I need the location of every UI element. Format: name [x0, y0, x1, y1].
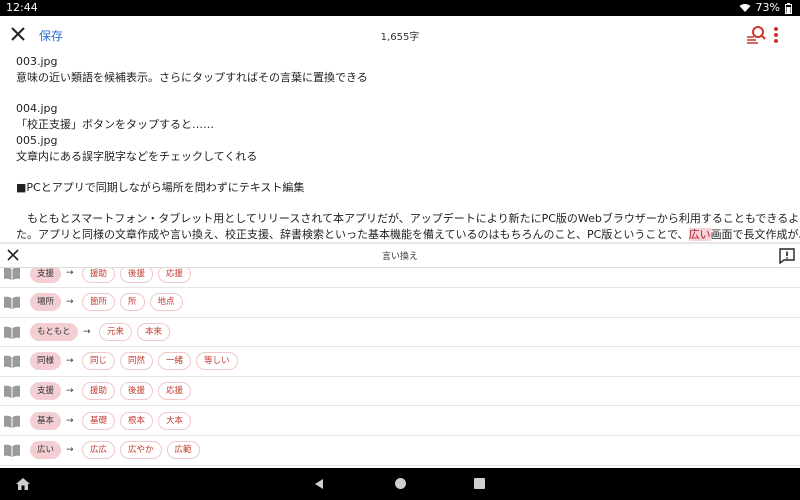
char-count: 1,655字: [380, 32, 420, 43]
dictionary-icon[interactable]: [3, 325, 21, 339]
editor-line: 005.jpg: [16, 134, 58, 147]
rephrase-row: 支援 → 援助 後援 応援: [0, 268, 800, 288]
paragraph-text: た。アプリと同様の文章作成や言い換え、校正支援、辞書検索といった基本機能を備えて…: [16, 228, 689, 241]
rephrase-list: 支援 → 援助 後援 応援 場所 → 箇所所地点 もともと → 元来 本来 同様 → 同じ 同然 一緒 等しい 支援…: [0, 268, 800, 468]
candidate-list: 箇所所地点: [82, 293, 183, 312]
rephrase-row: 支援 → 援助 後援 応援: [0, 377, 800, 407]
battery-icon: [785, 2, 792, 14]
candidate-list: 援助 後援 応援: [82, 382, 192, 401]
status-bar: 12:44 73%: [0, 0, 800, 16]
paragraph-text: 画面で長文作成がより楽にこ: [710, 228, 800, 241]
source-word-chip: 場所: [30, 293, 62, 312]
editor-line: 「校正支援」ボタンをタップすると……: [16, 118, 214, 131]
rephrase-row: 基本 → 基礎 根本 大本: [0, 406, 800, 436]
candidate-chip[interactable]: 所: [120, 293, 145, 312]
editor-line: 004.jpg: [16, 102, 58, 115]
arrow-icon: →: [66, 268, 74, 278]
feedback-icon[interactable]: [778, 247, 796, 265]
candidate-chip[interactable]: 広範: [166, 441, 200, 460]
highlighted-word[interactable]: 広い: [688, 228, 711, 241]
arrow-icon: →: [66, 386, 74, 397]
candidate-chip[interactable]: 援助: [82, 268, 116, 283]
candidate-chip[interactable]: 応援: [158, 382, 192, 401]
editor-line: ■PCとアプリで同期しながら場所を問わずにテキスト編集: [16, 181, 305, 194]
rephrase-row: 場所 → 箇所所地点: [0, 288, 800, 318]
source-word-chip: 同様: [30, 352, 62, 371]
candidate-chip[interactable]: 一緒: [158, 352, 192, 371]
editor-paragraph-line: た。アプリと同様の文章作成や言い換え、校正支援、辞書検索といった基本機能を備えて…: [16, 227, 800, 242]
editor-paragraph-line: もともとスマートフォン・タブレット用としてリリースされて本アプリだが、アップデー…: [16, 212, 800, 225]
candidate-chip[interactable]: 同じ: [82, 352, 116, 371]
home-icon[interactable]: [395, 478, 406, 489]
candidate-chip[interactable]: 大本: [158, 411, 192, 430]
recents-icon[interactable]: [474, 478, 485, 489]
home-app-icon[interactable]: [15, 477, 31, 491]
candidate-chip[interactable]: 箇所: [82, 293, 116, 312]
candidate-chip[interactable]: 地点: [149, 293, 183, 312]
candidate-chip[interactable]: 等しい: [196, 352, 238, 371]
back-icon[interactable]: [313, 478, 325, 490]
source-word-chip: 支援: [30, 268, 62, 283]
status-time: 12:44: [6, 1, 38, 14]
candidate-chip[interactable]: 同然: [120, 352, 154, 371]
more-vert-icon[interactable]: [770, 24, 782, 46]
wifi-icon: [739, 4, 751, 12]
editor-line: 003.jpg: [16, 55, 58, 68]
panel-title: 言い換え: [381, 252, 418, 262]
source-word-chip: 広い: [30, 441, 62, 460]
dictionary-icon[interactable]: [3, 268, 21, 280]
candidate-list: 援助 後援 応援: [82, 268, 192, 283]
rephrase-row: もともと → 元来 本来: [0, 318, 800, 348]
candidate-chip[interactable]: 応援: [158, 268, 192, 283]
system-nav-bar: [0, 468, 800, 500]
text-editor[interactable]: 003.jpg 意味の近い類語を候補表示。さらにタップすればその言葉に置換できる 0…: [0, 54, 800, 242]
candidate-chip[interactable]: 広広: [82, 441, 116, 460]
candidate-chip[interactable]: 元来: [99, 322, 133, 341]
dictionary-icon[interactable]: [3, 443, 21, 458]
candidate-chip[interactable]: 基礎: [82, 411, 116, 430]
candidate-chip[interactable]: 後援: [120, 268, 154, 283]
source-word-chip: 基本: [30, 411, 62, 430]
dictionary-icon[interactable]: [3, 295, 21, 310]
dictionary-icon[interactable]: [3, 354, 21, 369]
candidate-list: 元来 本来: [99, 322, 171, 341]
arrow-icon: →: [66, 356, 74, 367]
candidate-list: 広広 広やか 広範: [82, 441, 200, 460]
candidate-list: 基礎 根本 大本: [82, 411, 192, 430]
arrow-icon: →: [66, 445, 74, 456]
editor-lines: 003.jpg 意味の近い類語を候補表示。さらにタップすればその言葉に置換できる 0…: [16, 54, 784, 211]
battery-percent: 73%: [755, 1, 780, 14]
rephrase-row: 広い → 広広 広やか 広範: [0, 436, 800, 466]
editor-line: 文章内にある誤字脱字などをチェックしてくれる: [16, 150, 258, 163]
candidate-chip[interactable]: 広やか: [120, 441, 162, 460]
editor-toolbar: 保存 1,655字: [0, 16, 800, 54]
arrow-icon: →: [83, 326, 91, 337]
candidate-chip[interactable]: 援助: [82, 382, 116, 401]
rephrase-panel-header: 言い換え: [0, 244, 800, 268]
dictionary-icon[interactable]: [3, 414, 21, 428]
arrow-icon: →: [66, 297, 74, 308]
dictionary-icon[interactable]: [3, 384, 21, 399]
source-word-chip: 支援: [30, 382, 62, 401]
candidate-chip[interactable]: 根本: [120, 411, 154, 430]
source-word-chip: もともと: [30, 322, 78, 341]
proofread-search-icon[interactable]: [745, 24, 767, 46]
arrow-icon: →: [66, 415, 74, 426]
candidate-chip[interactable]: 後援: [120, 382, 154, 401]
rephrase-row: 同様 → 同じ 同然 一緒 等しい: [0, 347, 800, 377]
candidate-list: 同じ 同然 一緒 等しい: [82, 352, 238, 371]
candidate-chip[interactable]: 本来: [137, 322, 171, 341]
status-right: 73%: [739, 0, 792, 16]
editor-line: 意味の近い類語を候補表示。さらにタップすればその言葉に置換できる: [16, 71, 368, 84]
